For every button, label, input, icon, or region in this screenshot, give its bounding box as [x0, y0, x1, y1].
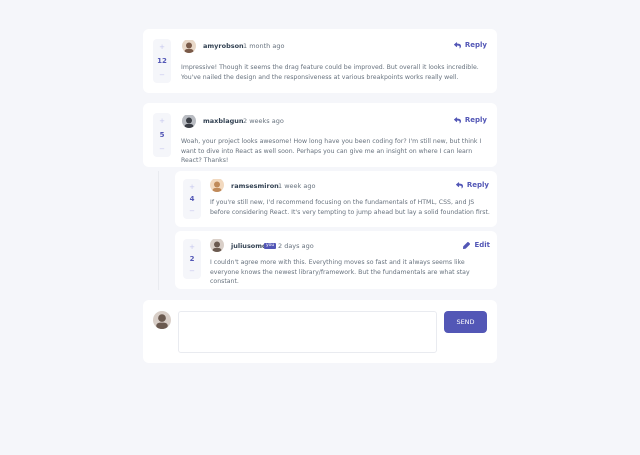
downvote-button[interactable]: −: [189, 207, 195, 215]
downvote-button[interactable]: −: [159, 145, 165, 153]
comment-content: Impressive! Though it seems the drag fea…: [181, 64, 479, 81]
upvote-button[interactable]: +: [189, 183, 195, 191]
reply-button[interactable]: Reply: [453, 41, 487, 49]
username[interactable]: amyrobson: [203, 42, 244, 50]
username[interactable]: juliusomo: [231, 242, 267, 250]
avatar: [182, 114, 196, 128]
edit-label: Edit: [474, 241, 490, 249]
reply-button[interactable]: Reply: [455, 181, 489, 189]
comment-content: I couldn't agree more with this. Everyth…: [210, 259, 470, 285]
vote-control: + 2 −: [183, 239, 201, 279]
reply-label: Reply: [464, 116, 487, 124]
reply-card: + 2 − juliusomo you 2 days ago Edit I co…: [175, 231, 497, 289]
reply-card: + 4 − ramsesmiron 1 week ago Reply If yo…: [175, 171, 497, 227]
avatar: [210, 178, 224, 192]
current-user-avatar: [153, 311, 171, 329]
reply-button[interactable]: Reply: [453, 116, 487, 124]
reply-label: Reply: [466, 181, 489, 189]
vote-control: + 12 −: [153, 39, 171, 83]
username[interactable]: ramsesmiron: [231, 182, 279, 190]
avatar: [210, 238, 224, 252]
comment-date: 1 week ago: [278, 182, 316, 190]
reply-icon: [453, 116, 461, 123]
reply-icon: [455, 181, 463, 188]
score-value: 5: [159, 131, 165, 139]
comment-composer: SEND: [143, 300, 497, 363]
username[interactable]: maxblagun: [203, 117, 244, 125]
vote-control: + 5 −: [153, 113, 171, 157]
comment-date: 1 month ago: [243, 42, 285, 50]
reply-icon: [453, 41, 461, 48]
comment-date: 2 weeks ago: [243, 117, 284, 125]
comment-date: 2 days ago: [278, 242, 314, 250]
comment-input[interactable]: [178, 311, 437, 353]
comment-card: + 12 − amyrobson 1 month ago Reply Impre…: [143, 29, 497, 93]
comment-card: + 5 − maxblagun 2 weeks ago Reply Woah, …: [143, 103, 497, 167]
score-value: 12: [157, 57, 167, 65]
upvote-button[interactable]: +: [159, 43, 165, 51]
score-value: 2: [189, 255, 195, 263]
upvote-button[interactable]: +: [159, 117, 165, 125]
upvote-button[interactable]: +: [189, 243, 195, 251]
reply-label: Reply: [464, 41, 487, 49]
edit-button[interactable]: Edit: [463, 241, 490, 249]
comment-content: If you're still new, I'd recommend focus…: [210, 199, 490, 216]
score-value: 4: [189, 195, 195, 203]
edit-icon: [463, 241, 471, 249]
avatar: [182, 39, 196, 53]
comment-content: Woah, your project looks awesome! How lo…: [181, 138, 482, 164]
downvote-button[interactable]: −: [159, 71, 165, 79]
thread-line: [158, 171, 159, 290]
send-button[interactable]: SEND: [444, 311, 487, 333]
vote-control: + 4 −: [183, 179, 201, 219]
downvote-button[interactable]: −: [189, 267, 195, 275]
you-badge: you: [264, 242, 277, 249]
